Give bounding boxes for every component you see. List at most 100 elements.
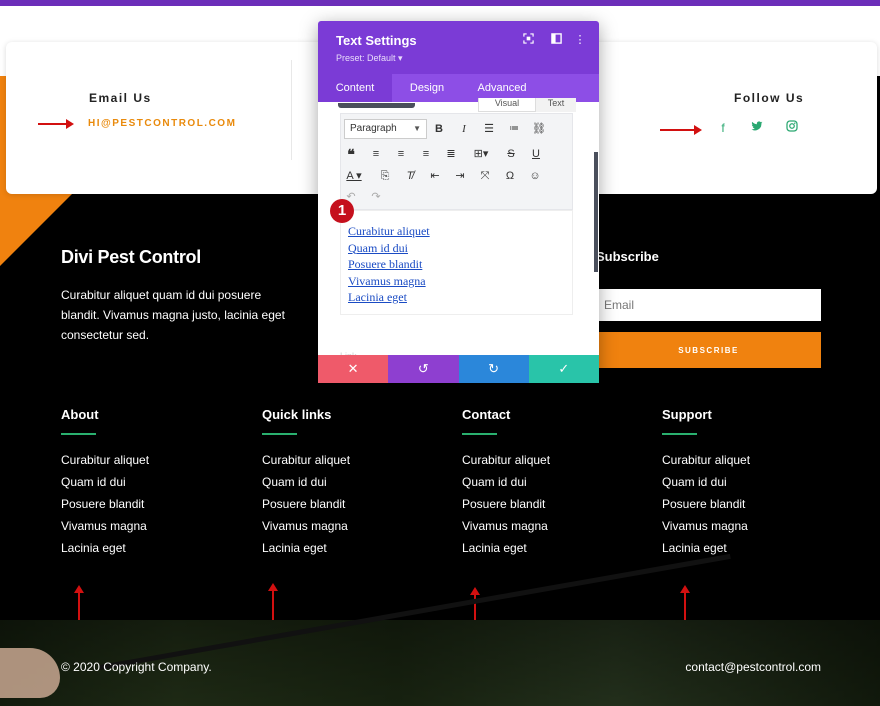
modal-header: Text Settings Preset: Default ▾ ⋮ — [318, 21, 599, 74]
table-icon[interactable]: ⊞▾ — [468, 144, 494, 164]
fullscreen-editor-icon[interactable]: ⤧ — [475, 166, 495, 186]
footer-link[interactable]: Quam id dui — [662, 474, 842, 496]
footer-link[interactable]: Lacinia eget — [462, 540, 642, 562]
redo-icon[interactable]: ↷ — [366, 187, 386, 207]
editor-link-list: Curabitur aliquet Quam id dui Posuere bl… — [348, 223, 430, 306]
footer-link[interactable]: Vivamus magna — [61, 518, 241, 540]
clear-format-icon[interactable]: T̸ — [400, 166, 420, 186]
subscribe-email-input[interactable] — [596, 289, 821, 321]
italic-icon[interactable]: I — [454, 119, 474, 139]
footer-link-list: Curabitur aliquet Quam id dui Posuere bl… — [262, 452, 442, 562]
footer-link[interactable]: Vivamus magna — [262, 518, 442, 540]
footer-column-about: About Curabitur aliquet Quam id dui Posu… — [61, 407, 241, 562]
title-underline — [462, 433, 497, 435]
special-character-icon[interactable]: Ω — [500, 166, 520, 186]
email-us-link[interactable]: HI@PESTCONTROL.COM — [88, 118, 236, 129]
more-options-icon[interactable]: ⋮ — [573, 33, 587, 47]
facebook-icon[interactable]: f — [715, 120, 731, 136]
split-view-icon[interactable] — [549, 33, 563, 47]
preset-dropdown[interactable]: Preset: Default ▾ — [336, 53, 403, 64]
tab-visual[interactable]: Visual — [478, 98, 536, 112]
editor-link[interactable]: Posuere blandit — [348, 256, 430, 273]
footer-column-title: Quick links — [262, 407, 332, 422]
redo-button[interactable]: ↻ — [458, 355, 529, 383]
blockquote-icon[interactable]: ❝ — [341, 144, 361, 164]
link-icon[interactable]: ⛓ — [529, 119, 549, 139]
chevron-down-icon: ▼ — [413, 124, 421, 133]
indent-icon[interactable]: ⇥ — [450, 166, 470, 186]
title-underline — [262, 433, 297, 435]
footer-link[interactable]: Curabitur aliquet — [462, 452, 642, 474]
tab-text[interactable]: Text — [536, 98, 576, 112]
footer-link[interactable]: Vivamus magna — [662, 518, 842, 540]
editor-link[interactable]: Curabitur aliquet — [348, 223, 430, 240]
footer-column-title: Contact — [462, 407, 511, 422]
footer-link[interactable]: Lacinia eget — [662, 540, 842, 562]
align-center-icon[interactable]: ≡ — [391, 144, 411, 164]
save-button[interactable]: ✓ — [528, 355, 599, 383]
strikethrough-icon[interactable]: S — [501, 144, 521, 164]
undo-button[interactable]: ↺ — [388, 355, 459, 383]
footer-link[interactable]: Posuere blandit — [61, 496, 241, 518]
brand-description: Curabitur aliquet quam id dui posuere bl… — [61, 288, 285, 342]
footer-link[interactable]: Quam id dui — [262, 474, 442, 496]
tab-design[interactable]: Design — [392, 74, 462, 102]
footer-link[interactable]: Curabitur aliquet — [61, 452, 241, 474]
editor-link[interactable]: Vivamus magna — [348, 273, 430, 290]
editor-link[interactable]: Quam id dui — [348, 240, 430, 257]
bold-icon[interactable]: B — [429, 119, 449, 139]
footer-link[interactable]: Quam id dui — [61, 474, 241, 496]
paragraph-format-select[interactable]: Paragraph ▼ — [344, 119, 427, 139]
editor-content[interactable]: Curabitur aliquet Quam id dui Posuere bl… — [340, 210, 573, 315]
footer-link[interactable]: Curabitur aliquet — [662, 452, 842, 474]
fullscreen-icon[interactable] — [521, 33, 535, 47]
paste-text-icon[interactable]: ⎘ — [375, 166, 395, 186]
footer-link-list: Curabitur aliquet Quam id dui Posuere bl… — [662, 452, 842, 562]
footer-link[interactable]: Posuere blandit — [462, 496, 642, 518]
emoticon-icon[interactable]: ☺ — [525, 166, 545, 186]
modal-action-bar: ✕ ↺ ↻ ✓ — [318, 355, 599, 383]
tab-content[interactable]: Content — [318, 74, 392, 102]
footer-column-title: Support — [662, 407, 712, 422]
cancel-button[interactable]: ✕ — [318, 355, 389, 383]
footer-link[interactable]: Lacinia eget — [262, 540, 442, 562]
brand-title: Divi Pest Control — [61, 247, 201, 267]
align-left-icon[interactable]: ≡ — [366, 144, 386, 164]
arrow-right-icon — [660, 125, 702, 135]
footer-link[interactable]: Curabitur aliquet — [262, 452, 442, 474]
copyright-text: © 2020 Copyright Company. — [61, 660, 212, 674]
subscribe-title: Subscribe — [596, 249, 659, 264]
footer-column-quick-links: Quick links Curabitur aliquet Quam id du… — [262, 407, 442, 562]
text-editor: Visual Text Paragraph ▼ B I ☰ ≔ ⛓ ❝ ≡ ≡ … — [338, 98, 576, 315]
editor-link[interactable]: Lacinia eget — [348, 289, 430, 306]
footer-link-list: Curabitur aliquet Quam id dui Posuere bl… — [61, 452, 241, 562]
title-underline — [662, 433, 697, 435]
numbered-list-icon[interactable]: ≔ — [504, 119, 524, 139]
align-right-icon[interactable]: ≡ — [416, 144, 436, 164]
footer-link-list: Curabitur aliquet Quam id dui Posuere bl… — [462, 452, 642, 562]
modal-title: Text Settings — [336, 33, 417, 48]
subscribe-button[interactable]: SUBSCRIBE — [596, 332, 821, 368]
underline-icon[interactable]: U — [526, 144, 546, 164]
instagram-icon[interactable] — [784, 120, 800, 136]
text-settings-modal: Text Settings Preset: Default ▾ ⋮ Conten… — [318, 21, 599, 383]
footer-link[interactable]: Quam id dui — [462, 474, 642, 496]
twitter-icon[interactable] — [749, 120, 765, 136]
footer-column-title: About — [61, 407, 99, 422]
editor-tab-indicator — [338, 103, 415, 108]
footer-link[interactable]: Posuere blandit — [262, 496, 442, 518]
email-us-title: Email Us — [89, 91, 152, 105]
paragraph-format-label: Paragraph — [350, 123, 397, 134]
modal-scrollbar[interactable] — [594, 152, 598, 272]
footer-link[interactable]: Lacinia eget — [61, 540, 241, 562]
justify-icon[interactable]: ≣ — [441, 144, 461, 164]
outdent-icon[interactable]: ⇤ — [425, 166, 445, 186]
footer-link[interactable]: Vivamus magna — [462, 518, 642, 540]
footer-column-support: Support Curabitur aliquet Quam id dui Po… — [662, 407, 842, 562]
footer-column-contact: Contact Curabitur aliquet Quam id dui Po… — [462, 407, 642, 562]
editor-toolbar: Paragraph ▼ B I ☰ ≔ ⛓ ❝ ≡ ≡ ≡ ≣ ⊞▾ S U A… — [340, 113, 573, 210]
bullet-list-icon[interactable]: ☰ — [479, 119, 499, 139]
footer-contact-email[interactable]: contact@pestcontrol.com — [685, 660, 821, 674]
text-color-icon[interactable]: A ▾ — [341, 166, 367, 186]
footer-link[interactable]: Posuere blandit — [662, 496, 842, 518]
